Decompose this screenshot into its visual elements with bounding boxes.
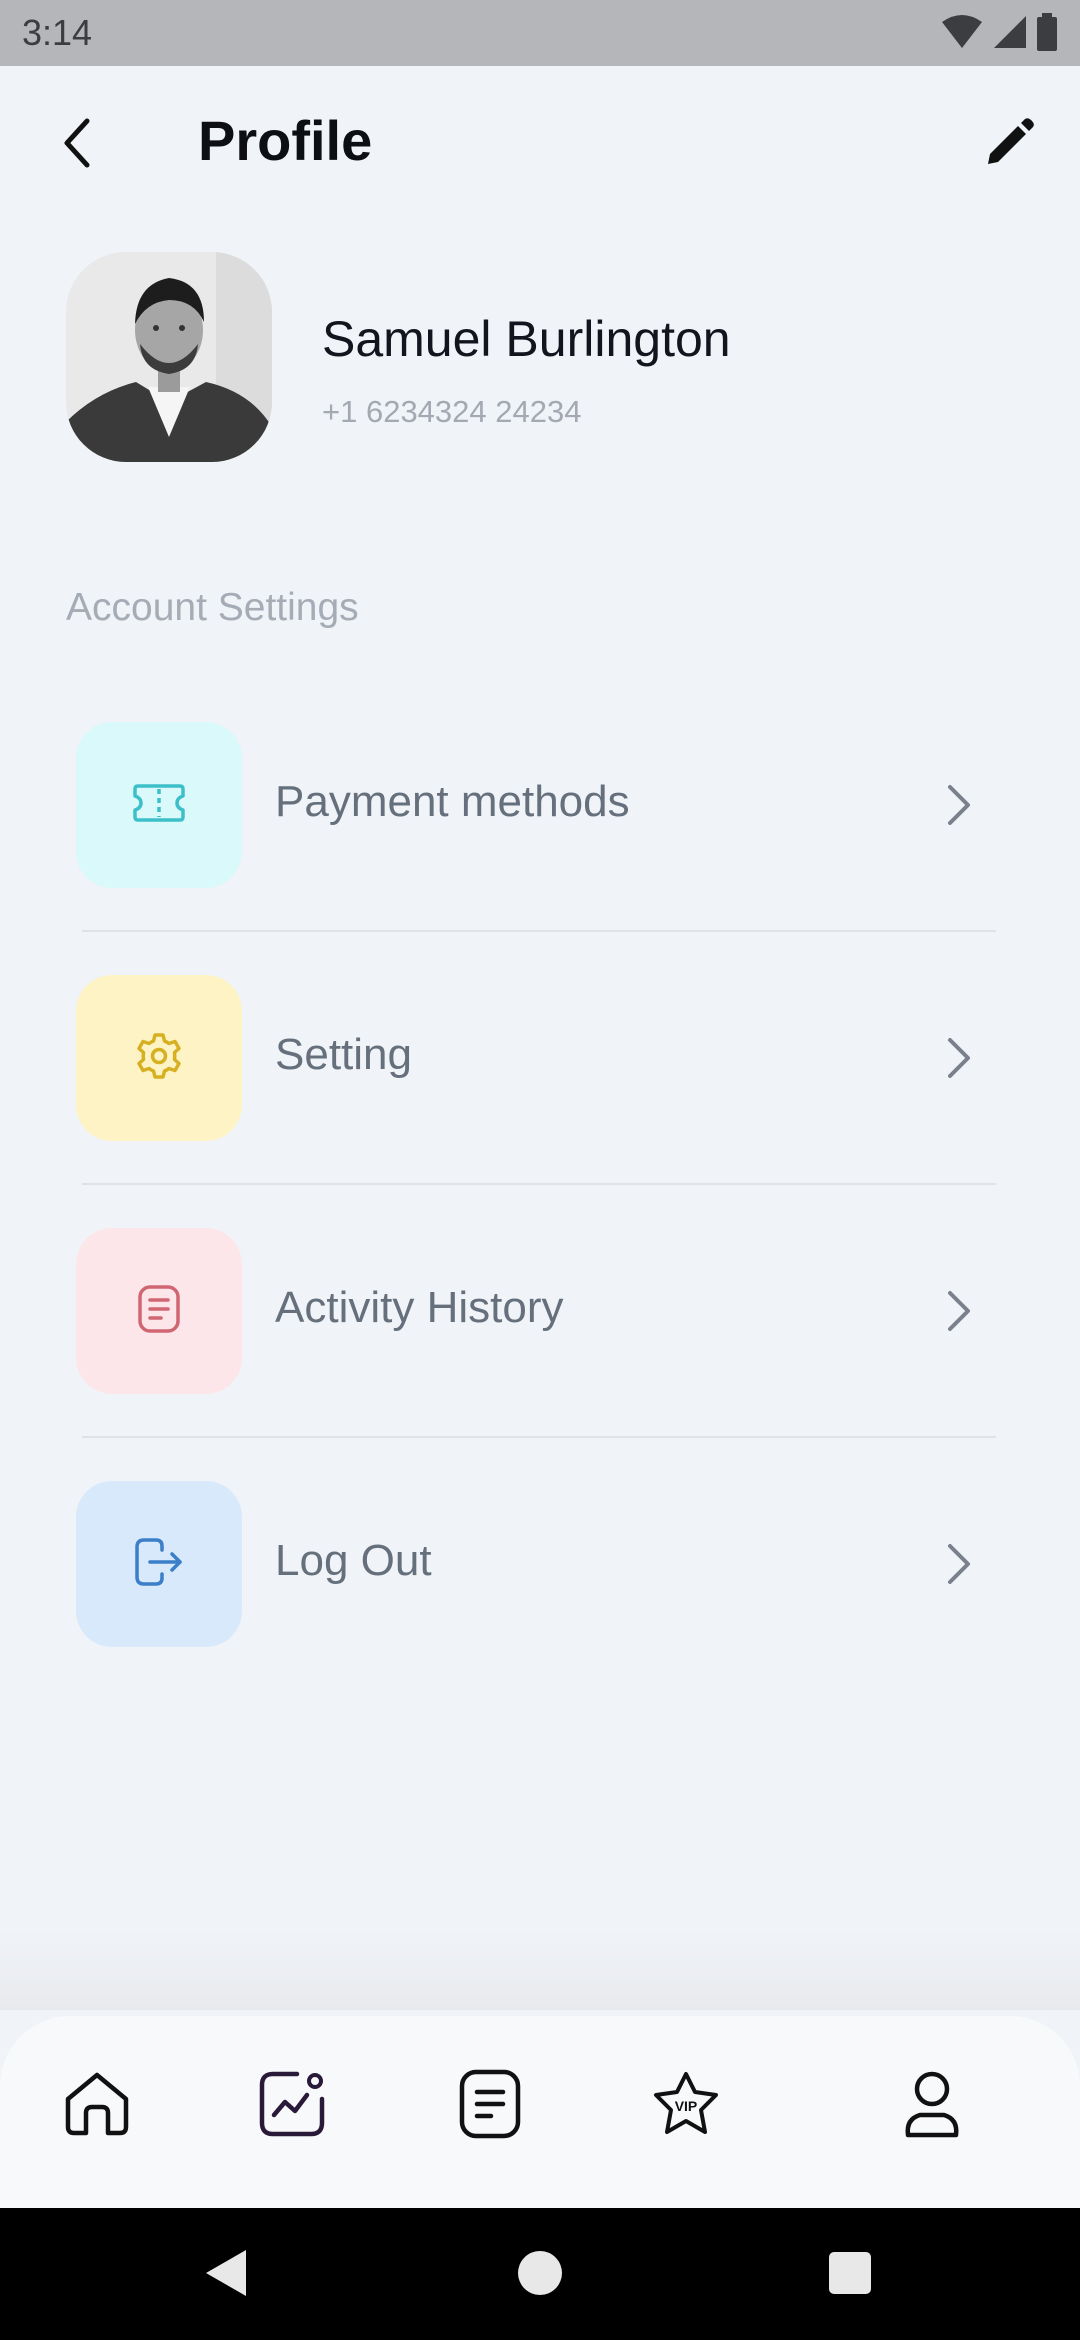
- nav-vip[interactable]: VIP: [646, 2066, 726, 2146]
- nav-home[interactable]: [57, 2066, 137, 2146]
- cellular-signal-icon: [992, 14, 1028, 55]
- bottom-fade: [0, 1930, 1080, 2010]
- menu-icon-box: [76, 1481, 242, 1647]
- back-button[interactable]: [46, 114, 108, 176]
- battery-icon: [1036, 12, 1058, 56]
- chevron-right-icon: [932, 1284, 986, 1338]
- status-time: 3:14: [22, 12, 93, 53]
- divider: [82, 930, 996, 932]
- profile-name: Samuel Burlington: [322, 311, 731, 367]
- system-recents-button[interactable]: [823, 2248, 877, 2302]
- system-back-button[interactable]: [198, 2248, 252, 2302]
- chevron-right-icon: [932, 778, 986, 832]
- gear-icon: [134, 1031, 184, 1086]
- chevron-left-icon: [57, 117, 97, 174]
- chart-icon: [257, 2069, 327, 2144]
- vip-star-icon: VIP: [650, 2069, 722, 2144]
- menu-icon-box: [76, 722, 242, 888]
- system-nav-bar: [0, 2208, 1080, 2340]
- account-settings-menu: Payment methods Setting Activity History…: [76, 722, 998, 1734]
- home-circle-icon: [516, 2249, 564, 2302]
- profile-card: Samuel Burlington +1 6234324 24234: [66, 252, 1026, 464]
- menu-item-activity-history[interactable]: Activity History: [76, 1228, 998, 1481]
- avatar[interactable]: [66, 252, 272, 462]
- vip-text: VIP: [675, 2098, 698, 2114]
- status-bar: 3:14: [0, 0, 1080, 66]
- status-icons: [940, 12, 1058, 56]
- menu-item-log-out[interactable]: Log Out: [76, 1481, 998, 1734]
- user-icon: [900, 2069, 964, 2144]
- menu-icon-box: [76, 975, 242, 1141]
- divider: [82, 1183, 996, 1185]
- back-triangle-icon: [202, 2248, 248, 2303]
- divider: [82, 1436, 996, 1438]
- profile-phone: +1 6234324 24234: [322, 394, 582, 429]
- logout-icon: [132, 1536, 186, 1593]
- nav-chart[interactable]: [252, 2066, 332, 2146]
- menu-item-label: Setting: [275, 1030, 412, 1079]
- menu-icon-box: [76, 1228, 242, 1394]
- ticket-icon: [132, 783, 186, 828]
- page-title: Profile: [198, 109, 373, 172]
- profile-photo: [66, 252, 272, 462]
- nav-profile[interactable]: [892, 2066, 972, 2146]
- chevron-right-icon: [932, 1031, 986, 1085]
- menu-item-payment-methods[interactable]: Payment methods: [76, 722, 998, 975]
- edit-profile-button[interactable]: [972, 110, 1044, 182]
- document-icon: [135, 1283, 183, 1340]
- menu-item-label: Payment methods: [275, 777, 630, 826]
- menu-item-setting[interactable]: Setting: [76, 975, 998, 1228]
- bottom-nav: VIP: [0, 2016, 1080, 2208]
- home-icon: [62, 2069, 132, 2144]
- section-label: Account Settings: [66, 586, 359, 629]
- recents-square-icon: [828, 2251, 872, 2300]
- wifi-icon: [940, 14, 984, 55]
- pencil-icon: [980, 116, 1036, 177]
- menu-item-label: Log Out: [275, 1536, 432, 1585]
- document-icon: [457, 2068, 523, 2145]
- nav-documents[interactable]: [450, 2066, 530, 2146]
- chevron-right-icon: [932, 1537, 986, 1591]
- system-home-button[interactable]: [513, 2248, 567, 2302]
- menu-item-label: Activity History: [275, 1283, 564, 1332]
- header: Profile: [0, 66, 1080, 226]
